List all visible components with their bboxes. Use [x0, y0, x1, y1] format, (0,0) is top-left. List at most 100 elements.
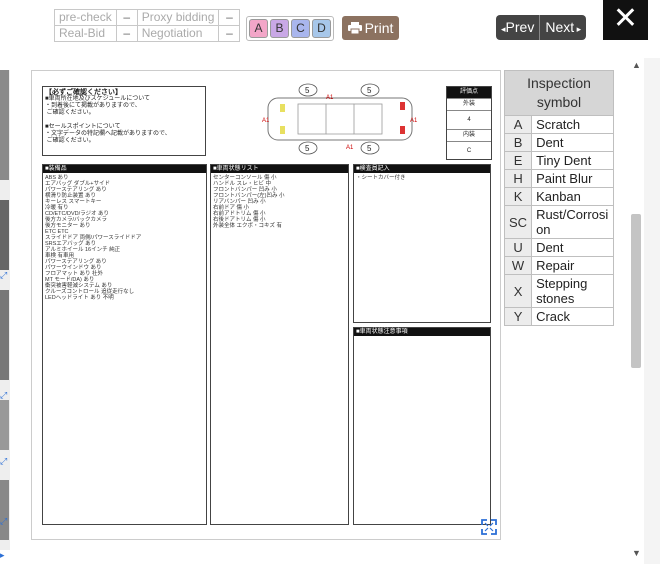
- real-bid-value: –: [115, 25, 138, 42]
- thumbnail[interactable]: [0, 480, 9, 540]
- grade-d-button[interactable]: D: [312, 19, 331, 38]
- grade-b-button[interactable]: B: [270, 19, 289, 38]
- legend-code: H: [503, 169, 533, 188]
- status-row: pre-check – Proxy bidding –: [54, 9, 241, 26]
- diagram-mark: 5: [305, 86, 310, 95]
- status-row: Real-Bid – Negotiation –: [54, 25, 241, 42]
- negotiation-label: Negotiation: [136, 25, 220, 42]
- grade-selector: A B C D: [246, 16, 334, 41]
- thumbnail[interactable]: [0, 400, 9, 450]
- equipment-list: ABS あり エアバッグ ダブル+サイド パワーステアリング あり 横滑り防止装…: [45, 175, 142, 301]
- thumbnail[interactable]: [0, 70, 9, 180]
- close-button[interactable]: ✕: [603, 0, 648, 40]
- legend-code: A: [503, 115, 533, 134]
- negotiation-value: –: [218, 25, 241, 42]
- equipment-title: ■装備品: [43, 165, 206, 173]
- confirm-body: ■車両所在地及びスケジュールについて ・到着後にて掲載がありますので、 ご確認く…: [45, 96, 171, 144]
- confirm-title: 【必ずご確認ください】: [45, 89, 122, 96]
- legend-name: Crack: [531, 307, 614, 326]
- precheck-value: –: [115, 9, 138, 26]
- legend-name: Dent: [531, 238, 614, 257]
- diagram-mark: 5: [305, 144, 310, 153]
- legend-code: SC: [503, 205, 533, 239]
- legend-name: Paint Blur: [531, 169, 614, 188]
- grade-c-button[interactable]: C: [291, 19, 310, 38]
- expand-icon[interactable]: ⤢: [0, 516, 8, 526]
- equipment-panel: ■装備品 ABS あり エアバッグ ダブル+サイド パワーステアリング あり 横…: [42, 164, 207, 525]
- car-damage-diagram: 5 5 5 5 A1 A1 A1 A1: [262, 83, 418, 155]
- thumbnail[interactable]: [0, 200, 9, 270]
- legend-row: A Scratch: [503, 115, 614, 134]
- scroll-down-icon[interactable]: ▼: [632, 548, 641, 558]
- grade-a-button[interactable]: A: [249, 19, 268, 38]
- legend-code: K: [503, 187, 533, 206]
- legend-code: Y: [503, 307, 533, 326]
- proxy-bidding-value: –: [218, 9, 241, 26]
- prev-label: Prev: [505, 19, 535, 35]
- legend-row: Y Crack: [503, 307, 614, 326]
- legend-name: Scratch: [531, 115, 614, 134]
- legend-row: K Kanban: [503, 187, 614, 206]
- prev-button[interactable]: ◂Prev: [496, 15, 541, 40]
- caution-notes: [354, 336, 490, 340]
- exterior-label: 外装: [447, 99, 491, 111]
- fullscreen-icon[interactable]: [480, 518, 498, 536]
- scroll-thumb[interactable]: [631, 214, 641, 368]
- condition-title: ■車両状態リスト: [211, 165, 348, 173]
- scroll-up-icon[interactable]: ▲: [632, 60, 641, 70]
- legend-name: Dent: [531, 133, 614, 152]
- legend-name: Repair: [531, 256, 614, 275]
- close-icon: ✕: [612, 2, 639, 35]
- diagram-mark: A1: [410, 118, 418, 124]
- legend-code: W: [503, 256, 533, 275]
- legend-row: SC Rust/Corrosion: [503, 205, 614, 239]
- arrow-right-icon[interactable]: ▸: [0, 550, 8, 560]
- legend-name: Tiny Dent: [531, 151, 614, 170]
- print-button[interactable]: Print: [342, 16, 399, 40]
- pagination: ◂Prev Next ▸: [496, 15, 587, 40]
- modal-scrollbar[interactable]: ▲ ▼: [628, 58, 644, 564]
- expand-icon[interactable]: ⤢: [0, 390, 8, 400]
- expand-icon[interactable]: ⤢: [0, 456, 8, 466]
- legend-row: B Dent: [503, 133, 614, 152]
- legend-code: E: [503, 151, 533, 170]
- caret-right-icon: ▸: [574, 24, 582, 34]
- bid-status-table: pre-check – Proxy bidding – Real-Bid – N…: [54, 9, 241, 42]
- next-button[interactable]: Next ▸: [540, 15, 586, 40]
- legend-name: Stepping stones: [531, 274, 614, 308]
- rating-header: 評価点: [447, 87, 491, 99]
- legend-code: X: [503, 274, 533, 308]
- print-label: Print: [364, 20, 394, 36]
- real-bid-label: Real-Bid: [54, 25, 117, 42]
- legend-title: Inspection symbol: [504, 70, 614, 116]
- precheck-label: pre-check: [54, 9, 117, 26]
- inspector-title: ■検査員記入: [354, 165, 490, 173]
- caution-panel: ■車両状態注意事項: [353, 327, 491, 525]
- background-page: [644, 58, 660, 564]
- confirm-notice: 【必ずご確認ください】 ■車両所在地及びスケジュールについて ・到着後にて掲載が…: [42, 86, 206, 156]
- inspection-symbol-legend: Inspection symbol A Scratch B Dent E Tiny D…: [503, 70, 614, 326]
- legend-row: E Tiny Dent: [503, 151, 614, 170]
- legend-code: B: [503, 133, 533, 152]
- diagram-mark: 5: [367, 86, 372, 95]
- thumbnail[interactable]: [0, 290, 9, 380]
- legend-code: U: [503, 238, 533, 257]
- thumbnail-strip: [0, 70, 10, 550]
- proxy-bidding-label: Proxy bidding: [136, 9, 220, 26]
- diagram-mark: A1: [262, 118, 270, 124]
- condition-panel: ■車両状態リスト センターコンソール 傷 小 ハンドル スレ・ヒビ 中 フロント…: [210, 164, 349, 525]
- next-label: Next: [545, 19, 575, 35]
- legend-name: Rust/Corrosion: [531, 205, 614, 239]
- interior-value: C: [466, 148, 472, 154]
- legend-row: H Paint Blur: [503, 169, 614, 188]
- diagram-mark: A1: [346, 145, 354, 151]
- inspector-notes: ・シートカバー付き: [356, 175, 406, 181]
- diagram-mark: A1: [326, 95, 334, 101]
- expand-icon[interactable]: ⤢: [0, 270, 8, 280]
- rating-box: 評価点 外装 4 内装 C: [446, 86, 492, 160]
- legend-row: X Stepping stones: [503, 274, 614, 308]
- caution-title: ■車両状態注意事項: [354, 328, 490, 336]
- diagram-mark: 5: [367, 144, 372, 153]
- interior-label: 内装: [447, 130, 491, 142]
- printer-icon: [347, 22, 362, 34]
